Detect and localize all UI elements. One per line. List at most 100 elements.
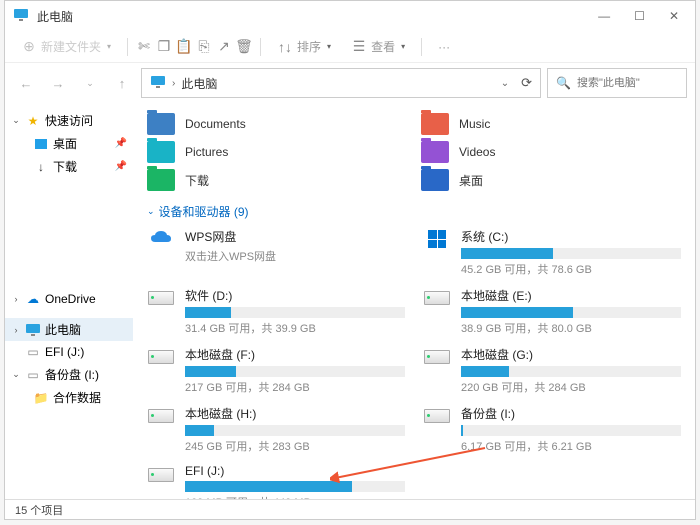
close-button[interactable]: ✕ (669, 9, 679, 23)
sidebar-desktop[interactable]: 桌面 📌 (5, 132, 133, 155)
titlebar: 此电脑 — ☐ ✕ (5, 1, 695, 31)
folder-icon: 📁 (33, 390, 49, 406)
drive-item[interactable]: 本地磁盘 (F:)217 GB 可用，共 284 GB (147, 346, 405, 395)
cloud-icon: ☁ (25, 291, 41, 307)
sidebar-onedrive[interactable]: › ☁ OneDrive (5, 288, 133, 310)
folder-item[interactable]: Videos (421, 141, 681, 163)
usage-bar (461, 248, 681, 259)
usage-bar (461, 366, 681, 377)
sidebar: ⌄ ★ 快速访问 桌面 📌 ↓ 下载 📌 › ☁ (5, 103, 133, 519)
folder-label: Documents (185, 117, 246, 131)
new-folder-button[interactable]: ⊕ 新建文件夹 ▾ (13, 34, 119, 60)
address-bar[interactable]: › 此电脑 ⌄ ⟳ (141, 68, 541, 98)
folder-label: Pictures (185, 145, 228, 159)
rename-icon[interactable]: ⎘ (196, 39, 212, 55)
drive-subtitle: 双击进入WPS网盘 (185, 248, 405, 264)
folder-label: Videos (459, 145, 495, 159)
drive-icon (147, 346, 175, 368)
sidebar-efi[interactable]: ▭ EFI (J:) (5, 341, 133, 363)
refresh-button[interactable]: ⟳ (521, 75, 532, 91)
pc-icon (13, 8, 29, 24)
window-title: 此电脑 (37, 8, 598, 25)
drive-item[interactable]: 本地磁盘 (H:) 245 GB 可用，共 283 GB (147, 405, 405, 454)
back-button[interactable]: ← (13, 70, 39, 96)
drive-item[interactable]: 本地磁盘 (E:)38.9 GB 可用，共 80.0 GB (423, 287, 681, 336)
drive-icon (147, 464, 175, 486)
forward-button[interactable]: → (45, 70, 71, 96)
share-icon[interactable]: ↗ (216, 39, 232, 55)
drives-grid: WPS网盘双击进入WPS网盘系统 (C:)45.2 GB 可用，共 78.6 G… (147, 228, 681, 510)
drive-icon: ▭ (25, 344, 41, 360)
folder-icon (147, 113, 175, 135)
drive-name: 本地磁盘 (G:) (461, 346, 681, 363)
sidebar-downloads[interactable]: ↓ 下载 📌 (5, 155, 133, 178)
view-icon: ☰ (351, 39, 367, 55)
folder-item[interactable]: 桌面 (421, 169, 681, 191)
drive-item[interactable]: WPS网盘双击进入WPS网盘 (147, 228, 405, 277)
search-bar[interactable]: 🔍 (547, 68, 687, 98)
minimize-button[interactable]: — (598, 9, 610, 23)
usage-bar (185, 307, 405, 318)
folder-item[interactable]: Documents (147, 113, 407, 135)
status-text: 15 个项目 (15, 502, 63, 518)
folder-label: 下载 (185, 172, 209, 189)
drive-stats: 38.9 GB 可用，共 80.0 GB (461, 320, 681, 336)
pin-icon: 📌 (115, 161, 127, 172)
drive-icon (423, 405, 451, 427)
pc-icon (25, 322, 41, 338)
drive-item[interactable]: 软件 (D:)31.4 GB 可用，共 39.9 GB (147, 287, 405, 336)
drive-item[interactable]: 本地磁盘 (G:) 220 GB 可用，共 284 GB (423, 346, 681, 395)
drive-name: WPS网盘 (185, 228, 405, 245)
sidebar-thispc[interactable]: › 此电脑 (5, 318, 133, 341)
drive-icon (423, 346, 451, 368)
usage-bar (461, 425, 681, 436)
drive-stats: 45.2 GB 可用，共 78.6 GB (461, 261, 681, 277)
chevron-down-icon: ⌄ (11, 115, 21, 126)
history-dropdown[interactable]: ⌄ (77, 70, 103, 96)
drive-stats: 6.17 GB 可用，共 6.21 GB (461, 438, 681, 454)
chevron-down-icon: ⌄ (11, 369, 21, 380)
drive-icon (423, 228, 451, 250)
paste-icon[interactable]: 📋 (176, 39, 192, 55)
folder-icon (421, 141, 449, 163)
search-input[interactable] (577, 77, 678, 89)
sidebar-coop[interactable]: 📁 合作数据 (5, 386, 133, 409)
drive-stats: 245 GB 可用，共 283 GB (185, 438, 405, 454)
pc-icon (150, 75, 166, 91)
pin-icon: 📌 (115, 138, 127, 149)
copy-icon[interactable]: ❐ (156, 39, 172, 55)
drive-icon: ▭ (25, 367, 41, 383)
drive-name: 软件 (D:) (185, 287, 405, 304)
chevron-down-icon[interactable]: ⌄ (501, 78, 509, 89)
folder-icon (147, 141, 175, 163)
drive-stats: 220 GB 可用，共 284 GB (461, 379, 681, 395)
usage-bar (185, 425, 405, 436)
drive-name: EFI (J:) (185, 464, 405, 478)
star-icon: ★ (25, 113, 41, 129)
folder-item[interactable]: Music (421, 113, 681, 135)
drive-icon (147, 228, 175, 250)
up-button[interactable]: ↑ (109, 70, 135, 96)
folder-icon (421, 169, 449, 191)
sidebar-quick-access[interactable]: ⌄ ★ 快速访问 (5, 109, 133, 132)
cut-icon[interactable]: ✄ (136, 39, 152, 55)
delete-icon[interactable]: 🗑 (236, 39, 252, 55)
view-button[interactable]: ☰ 查看 ▾ (343, 34, 413, 60)
more-button[interactable]: ··· (430, 34, 458, 60)
folder-item[interactable]: 下载 (147, 169, 407, 191)
sidebar-backup[interactable]: ⌄ ▭ 备份盘 (I:) (5, 363, 133, 386)
drive-item[interactable]: 备份盘 (I:) 6.17 GB 可用，共 6.21 GB (423, 405, 681, 454)
explorer-window: 此电脑 — ☐ ✕ ⊕ 新建文件夹 ▾ ✄ ❐ 📋 ⎘ ↗ 🗑 ↑↓ 排序 ▾ … (4, 0, 696, 520)
maximize-button[interactable]: ☐ (634, 9, 645, 23)
chevron-right-icon: › (11, 294, 21, 304)
drive-name: 本地磁盘 (H:) (185, 405, 405, 422)
drive-name: 备份盘 (I:) (461, 405, 681, 422)
drive-icon (147, 405, 175, 427)
sort-button[interactable]: ↑↓ 排序 ▾ (269, 34, 339, 60)
download-icon: ↓ (33, 159, 49, 175)
devices-section-header[interactable]: ⌄ 设备和驱动器 (9) (147, 203, 681, 220)
content-pane[interactable]: Documents Music Pictures Videos 下载 桌面 ⌄ 设备和驱动… (133, 103, 695, 519)
drive-item[interactable]: 系统 (C:)45.2 GB 可用，共 78.6 GB (423, 228, 681, 277)
folder-item[interactable]: Pictures (147, 141, 407, 163)
toolbar: ⊕ 新建文件夹 ▾ ✄ ❐ 📋 ⎘ ↗ 🗑 ↑↓ 排序 ▾ ☰ 查看 ▾ ··· (5, 31, 695, 63)
